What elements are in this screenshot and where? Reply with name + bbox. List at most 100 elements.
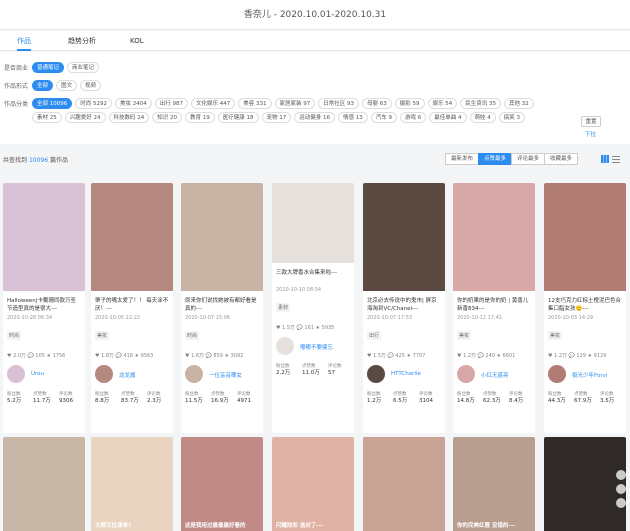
author-name[interactable]: 小红无惑亮 [481,371,509,379]
tab-trend-analysis[interactable]: 趋势分析 [68,31,96,51]
post-author[interactable]: 一位芸芸椰女 [185,365,259,387]
chip-category[interactable]: 宠物 17 [261,112,292,123]
post-title[interactable]: 北京必去传说中的鬼市| 屏京海淘到VC/Chanel--- [367,297,441,313]
post-image[interactable] [363,183,445,291]
post-card[interactable]: 原来你们说找她被有都好看是真的--- 2020-10-07 15:06 时尚 ♥… [181,183,263,433]
reset-button[interactable]: 重置 [581,116,601,127]
expand-link[interactable]: 下拉 [585,130,596,138]
post-card[interactable]: 这是我用过最最最好看的 [181,437,263,531]
chip-category[interactable]: 教育 19 [185,112,215,123]
back-to-top-icon[interactable] [616,498,626,508]
chip-category[interactable]: 知识 20 [152,112,182,123]
post-card[interactable]: 大牌又拉清单? [91,437,173,531]
chip-category[interactable]: 美妆 2404 [115,98,152,109]
chip-video[interactable]: 视频 [80,80,102,91]
post-image[interactable] [272,183,354,263]
post-card[interactable] [3,437,85,531]
tab-kol[interactable]: KOL [130,31,144,51]
post-author[interactable]: Urou [7,365,81,387]
chip-category[interactable]: 游戏 6 [400,112,427,123]
post-title[interactable]: 你的奶果的是你的奶 | 黄香儿新香834--- [457,297,531,313]
author-name[interactable]: 极光少年Forvi [572,371,607,379]
sort-most-comments[interactable]: 评论最多 [511,153,546,165]
tab-works[interactable]: 作品 [17,31,31,51]
post-author[interactable]: HTTCharlie [367,365,441,387]
post-title[interactable]: 12支巧克力红棕土橙泥巴色合集口脂女孩🙂--- [548,297,622,313]
post-title[interactable]: Halloween|卡戴珊同款万圣节造型真的是很大--- [7,297,81,313]
sort-most-likes[interactable]: 点赞最多 [478,153,513,165]
chip-category[interactable]: 母婴 63 [362,98,392,109]
post-card[interactable]: 你的完美红唇 没错的--- [453,437,535,531]
post-title[interactable]: 栗子的嘴太爱了！！ 每天涂不厌！--- [95,297,169,313]
post-image[interactable] [544,183,626,291]
message-icon[interactable] [616,484,626,494]
chip-category[interactable]: 医疗健康 18 [217,112,259,123]
chip-category[interactable]: 科技数码 24 [108,112,150,123]
chip-category[interactable]: 全部 10096 [32,98,73,109]
author-metrics: 粉丝数 11.5万 点赞数 16.9万 评论数 4971 [185,391,259,411]
post-title[interactable]: 你的完美红唇 没错的--- [457,521,515,529]
chip-normal-note[interactable]: 普通笔记 [32,62,65,73]
post-title[interactable]: 这是我用过最最最好看的 [185,521,246,529]
chip-category[interactable]: 时尚 5292 [75,98,112,109]
post-author[interactable]: 龙龙酱 [95,365,169,387]
post-card[interactable]: Halloween|卡戴珊同款万圣节造型真的是很大--- 2020-10-28 … [3,183,85,433]
post-title[interactable]: 闪耀炫彩 选对了--- [276,521,323,529]
author-name[interactable]: 龙龙酱 [119,371,136,379]
post-card[interactable]: 三款大牌香水合集来啦--- 2020-10-10 08:54 素材 ♥ 1.5万… [272,183,354,433]
author-name[interactable]: 嘟嘟不要健忘 [300,343,333,351]
chip-category[interactable]: 家居家装 97 [274,98,316,109]
post-title[interactable]: 三款大牌香水合集来啦--- [276,269,350,285]
author-name[interactable]: HTTCharlie [391,371,421,377]
chip-category[interactable]: 运动健身 16 [294,112,335,123]
chip-category[interactable]: 其他 32 [504,98,534,109]
list-view-icon[interactable] [612,155,620,163]
avatar[interactable] [367,365,385,383]
chip-category[interactable]: 素材 25 [32,112,62,123]
chip-image-text[interactable]: 图文 [56,80,78,91]
post-title[interactable]: 大牌又拉清单? [95,521,131,529]
chip-category[interactable]: 汽车 9 [370,112,397,123]
chip-category[interactable]: 搞笑 3 [498,112,525,123]
post-author[interactable]: 嘟嘟不要健忘 [276,337,350,359]
avatar[interactable] [276,337,294,355]
chip-category[interactable]: 文化娱乐 447 [191,98,236,109]
chat-icon[interactable] [616,470,626,480]
avatar[interactable] [95,365,113,383]
chip-category[interactable]: 摄影 59 [394,98,425,109]
chip-category[interactable]: 日常社区 93 [318,98,359,109]
post-card[interactable] [544,437,626,531]
post-image[interactable] [91,183,173,291]
post-card[interactable] [363,437,445,531]
chip-all[interactable]: 全部 [32,80,54,91]
avatar[interactable] [7,365,25,383]
post-title[interactable]: 原来你们说找她被有都好看是真的--- [185,297,259,313]
chip-category[interactable]: 最佳单曲 4 [429,112,467,123]
post-card[interactable]: 闪耀炫彩 选对了--- [272,437,354,531]
chip-category[interactable]: 兴趣爱好 24 [64,112,106,123]
post-card[interactable]: 栗子的嘴太爱了！！ 每天涂不厌！--- 2020-10-05 22:22 美妆 … [91,183,173,433]
post-author[interactable]: 小红无惑亮 [457,365,531,387]
chip-category[interactable]: 民生资讯 35 [460,98,501,109]
avatar[interactable] [548,365,566,383]
post-card[interactable]: 你的奶果的是你的奶 | 黄香儿新香834--- 2020-10-12 17:41… [453,183,535,433]
chip-category[interactable]: 娱乐 54 [427,98,458,109]
chip-category[interactable]: 美容 331 [238,98,272,109]
chip-commercial-note[interactable]: 商业笔记 [67,62,100,73]
chip-category[interactable]: 萌娃 4 [469,112,496,123]
chip-category[interactable]: 情感 13 [338,112,368,123]
post-author[interactable]: 极光少年Forvi [548,365,622,387]
post-image[interactable] [453,183,535,291]
post-card[interactable]: 北京必去传说中的鬼市| 屏京海淘到VC/Chanel--- 2020-10-07… [363,183,445,433]
grid-view-icon[interactable] [601,155,609,163]
post-image[interactable] [3,183,85,291]
sort-latest[interactable]: 最新发布 [445,153,480,165]
avatar[interactable] [457,365,475,383]
avatar[interactable] [185,365,203,383]
post-card[interactable]: 12支巧克力红棕土橙泥巴色合集口脂女孩🙂--- 2020-10-03 14:29… [544,183,626,433]
author-name[interactable]: 一位芸芸椰女 [209,371,242,379]
post-image[interactable] [181,183,263,291]
chip-category[interactable]: 出行 987 [154,98,188,109]
sort-most-favorites[interactable]: 收藏最多 [544,153,579,165]
author-name[interactable]: Urou [31,371,44,377]
